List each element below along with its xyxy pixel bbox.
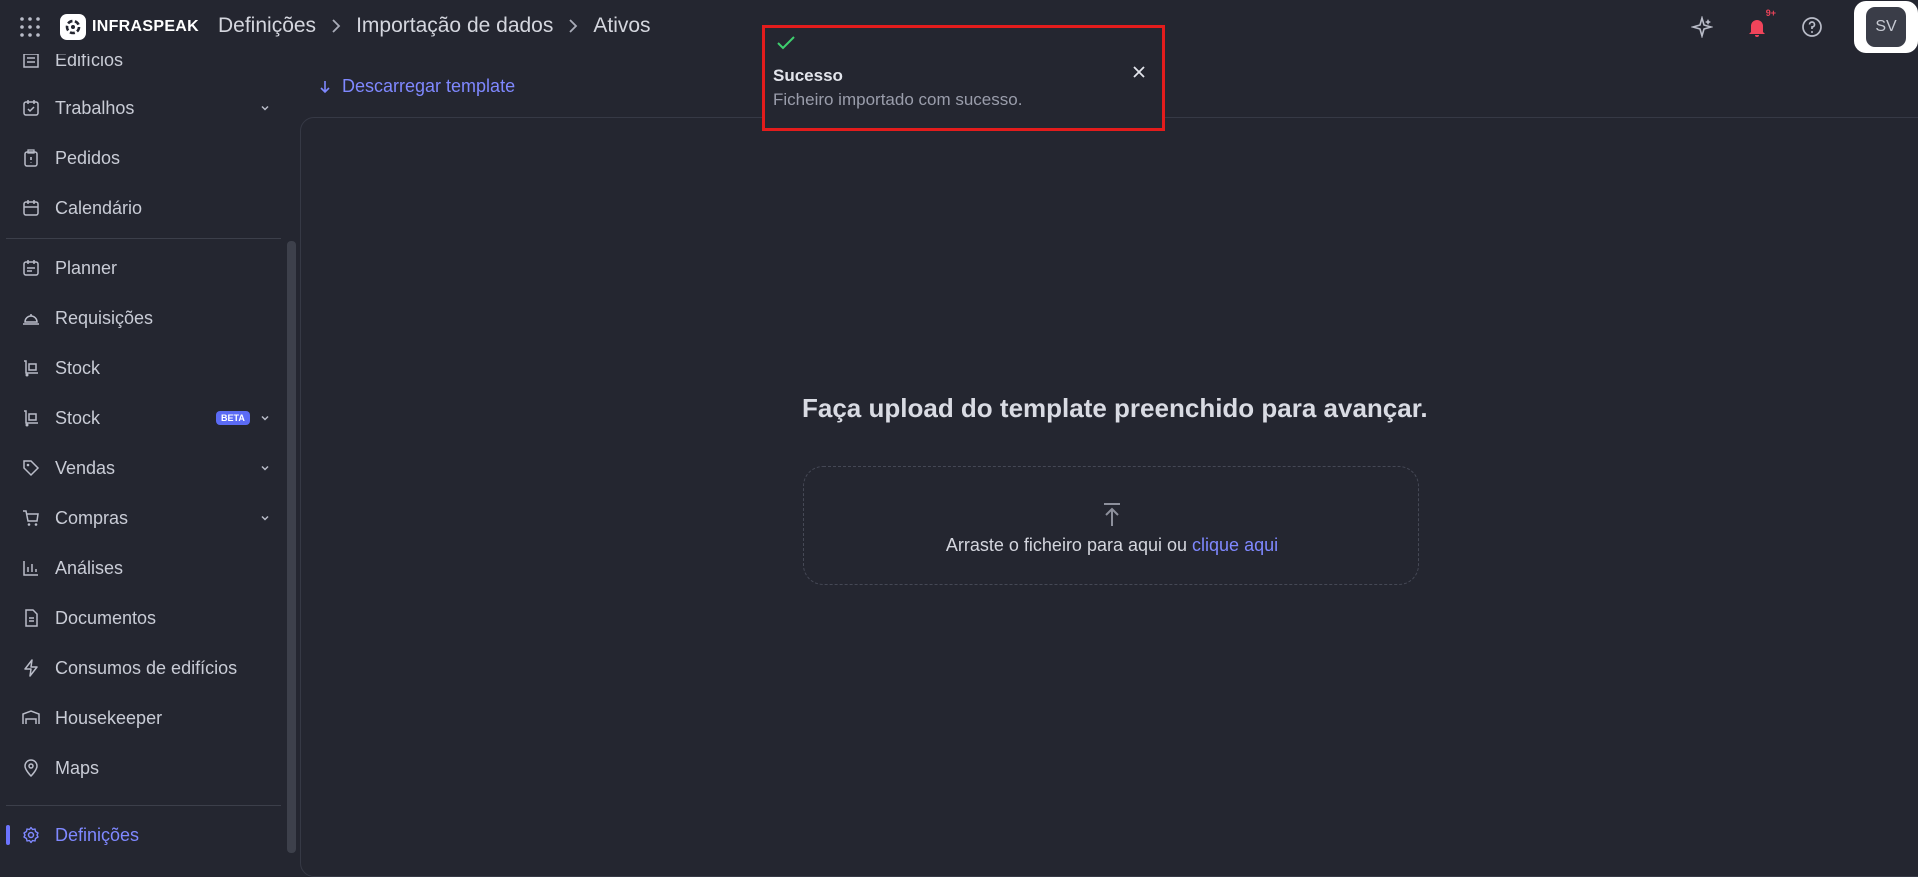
dropzone-text: Arraste o ficheiro para aqui ou clique a… — [804, 535, 1420, 556]
sidebar-item-label: Análises — [55, 557, 124, 578]
sidebar-item-label: Edifícios — [55, 54, 124, 70]
sidebar-item-label: Stock — [55, 357, 101, 378]
calendar-icon — [21, 198, 41, 218]
logo-mark-icon — [60, 14, 86, 40]
notifications-bell-icon[interactable]: 9+ — [1744, 8, 1776, 40]
notification-count-badge: 9+ — [1765, 8, 1776, 18]
apps-grid-icon[interactable] — [19, 16, 41, 38]
sidebar-item-label: Definições — [55, 824, 140, 845]
gear-icon — [21, 825, 41, 845]
map-pin-icon — [21, 758, 41, 778]
sidebar-item-stock-beta[interactable]: Stock BETA — [0, 398, 282, 438]
sidebar-divider — [6, 805, 281, 806]
sidebar-divider — [6, 238, 281, 239]
sidebar-item-label: Pedidos — [55, 147, 121, 168]
upload-icon — [1104, 503, 1120, 526]
bar-chart-icon — [21, 558, 41, 578]
sidebar-item-maps[interactable]: Maps — [0, 748, 282, 788]
sidebar-item-compras[interactable]: Compras — [0, 498, 282, 538]
breadcrumb-ativos[interactable]: Ativos — [593, 14, 650, 38]
check-icon — [777, 36, 795, 50]
sidebar-item-label: Calendário — [55, 197, 143, 218]
success-toast: Sucesso Ficheiro importado com sucesso. — [762, 25, 1165, 131]
sidebar-item-documentos[interactable]: Documentos — [0, 598, 282, 638]
sidebar-item-label: Trabalhos — [55, 97, 135, 118]
chevron-right-icon — [332, 19, 341, 33]
sidebar-item-edificios[interactable]: Edifícios — [0, 54, 282, 80]
clipboard-icon — [21, 148, 41, 168]
sidebar-item-label: Housekeeper — [55, 707, 163, 728]
logo-text: INFRASPEAK — [92, 18, 200, 35]
avatar-focus-ring: SV — [1854, 1, 1918, 53]
chevron-down-icon — [261, 465, 269, 471]
chevron-down-icon — [261, 105, 269, 111]
dolly-icon — [21, 408, 41, 428]
breadcrumb: Definições Importação de dados Ativos — [218, 14, 651, 38]
sidebar-item-definicoes[interactable]: Definições — [0, 815, 282, 855]
dolly-icon — [21, 358, 41, 378]
chevron-right-icon — [569, 19, 578, 33]
toast-message: Ficheiro importado com sucesso. — [773, 90, 1023, 109]
sidebar-item-label: Vendas — [55, 457, 116, 478]
building-icon — [21, 54, 41, 70]
upload-title: Faça upload do template preenchido para … — [802, 393, 1428, 423]
sidebar-item-pedidos[interactable]: Pedidos — [0, 138, 282, 178]
lightning-icon — [21, 658, 41, 678]
sidebar-item-vendas[interactable]: Vendas — [0, 448, 282, 488]
dropzone-instruction: Arraste o ficheiro para aqui ou — [945, 535, 1193, 555]
infraspeak-logo[interactable]: INFRASPEAK — [60, 14, 199, 40]
planner-icon — [21, 258, 41, 278]
sidebar-item-consumos[interactable]: Consumos de edifícios — [0, 648, 282, 688]
close-icon[interactable] — [1129, 62, 1149, 82]
cart-icon — [21, 508, 41, 528]
bed-icon — [21, 708, 41, 728]
chevron-down-icon — [261, 415, 269, 421]
help-circle-icon[interactable] — [1799, 14, 1825, 40]
sidebar-item-label: Documentos — [55, 607, 157, 628]
sidebar-item-label: Compras — [55, 507, 129, 528]
sidebar-item-stock[interactable]: Stock — [0, 348, 282, 388]
sidebar-item-trabalhos[interactable]: Trabalhos — [0, 88, 282, 128]
chevron-down-icon — [261, 515, 269, 521]
sidebar-item-label: Stock — [55, 407, 101, 428]
sidebar-item-calendario[interactable]: Calendário — [0, 188, 282, 228]
breadcrumb-importacao[interactable]: Importação de dados — [356, 14, 553, 38]
download-template-link[interactable]: Descarregar template — [318, 76, 515, 97]
sidebar: Edifícios Trabalhos Pedidos Calendário P… — [0, 54, 296, 861]
sidebar-item-label: Maps — [55, 757, 100, 778]
sidebar-scrollbar[interactable] — [287, 241, 296, 853]
calendar-check-icon — [21, 98, 41, 118]
click-here-link[interactable]: clique aqui — [1192, 535, 1278, 555]
sidebar-item-analises[interactable]: Análises — [0, 548, 282, 588]
sidebar-item-housekeeper[interactable]: Housekeeper — [0, 698, 282, 738]
sidebar-item-label: Consumos de edifícios — [55, 657, 238, 678]
toast-title: Sucesso — [773, 66, 843, 85]
tag-icon — [21, 458, 41, 478]
download-template-label: Descarregar template — [342, 76, 516, 96]
ai-sparkle-icon[interactable] — [1689, 14, 1715, 40]
sidebar-item-planner[interactable]: Planner — [0, 248, 282, 288]
sidebar-item-requisicoes[interactable]: Requisições — [0, 298, 282, 338]
sidebar-item-label: Planner — [55, 257, 118, 278]
top-actions: 9+ SV — [1689, 0, 1918, 54]
beta-badge: BETA — [216, 411, 250, 425]
avatar[interactable]: SV — [1866, 7, 1906, 47]
arrow-down-icon — [320, 80, 330, 93]
breadcrumb-definicoes[interactable]: Definições — [218, 14, 316, 38]
file-dropzone[interactable]: Arraste o ficheiro para aqui ou clique a… — [803, 466, 1419, 585]
sidebar-item-label: Requisições — [55, 307, 154, 328]
bell-service-icon — [21, 308, 41, 328]
document-icon — [21, 608, 41, 628]
active-indicator — [6, 825, 10, 845]
